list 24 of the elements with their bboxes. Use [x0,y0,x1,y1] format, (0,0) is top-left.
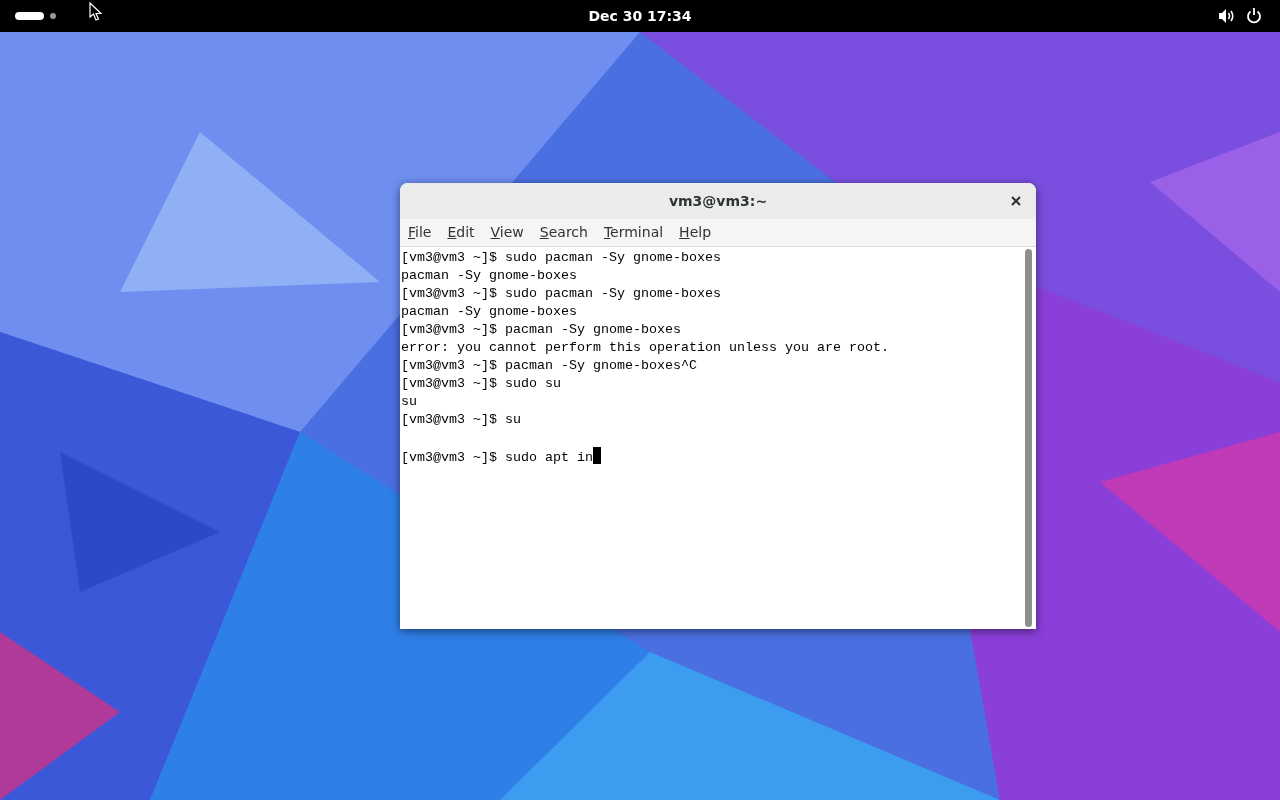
terminal-line: [vm3@vm3 ~]$ sudo pacman -Sy gnome-boxes [401,286,721,301]
menu-item[interactable]: Terminal [603,222,664,243]
close-icon [1011,196,1021,206]
text-cursor [592,447,601,464]
terminal-line: [vm3@vm3 ~]$ su [401,412,521,427]
menu-item[interactable]: Help [679,222,712,243]
menu-item[interactable]: File [408,222,432,243]
terminal-line: [vm3@vm3 ~]$ pacman -Sy gnome-boxes^C [401,358,697,373]
terminal-line: [vm3@vm3 ~]$ pacman -Sy gnome-boxes [401,322,681,337]
terminal-line: pacman -Sy gnome-boxes [401,304,577,319]
terminal-line: [vm3@vm3 ~]$ sudo apt in [401,450,593,465]
terminal-line: error: you cannot perform this operation unless you are root. [401,340,889,355]
window-title: vm3@vm3:~ [668,191,768,211]
menu-item[interactable]: Search [539,222,588,243]
activities-indicator-icon[interactable] [15,12,57,20]
menu-item[interactable]: View [490,222,524,243]
volume-icon[interactable] [1218,8,1235,24]
power-icon[interactable] [1246,7,1262,24]
menu-item[interactable]: Edit [447,222,475,243]
terminal-line: pacman -Sy gnome-boxes [401,268,577,283]
terminal-line: [vm3@vm3 ~]$ sudo pacman -Sy gnome-boxes [401,250,721,265]
terminal-line: su [401,394,417,409]
clock[interactable]: Dec 30 17:34 [588,5,692,27]
terminal-line: [vm3@vm3 ~]$ sudo su [401,376,561,391]
